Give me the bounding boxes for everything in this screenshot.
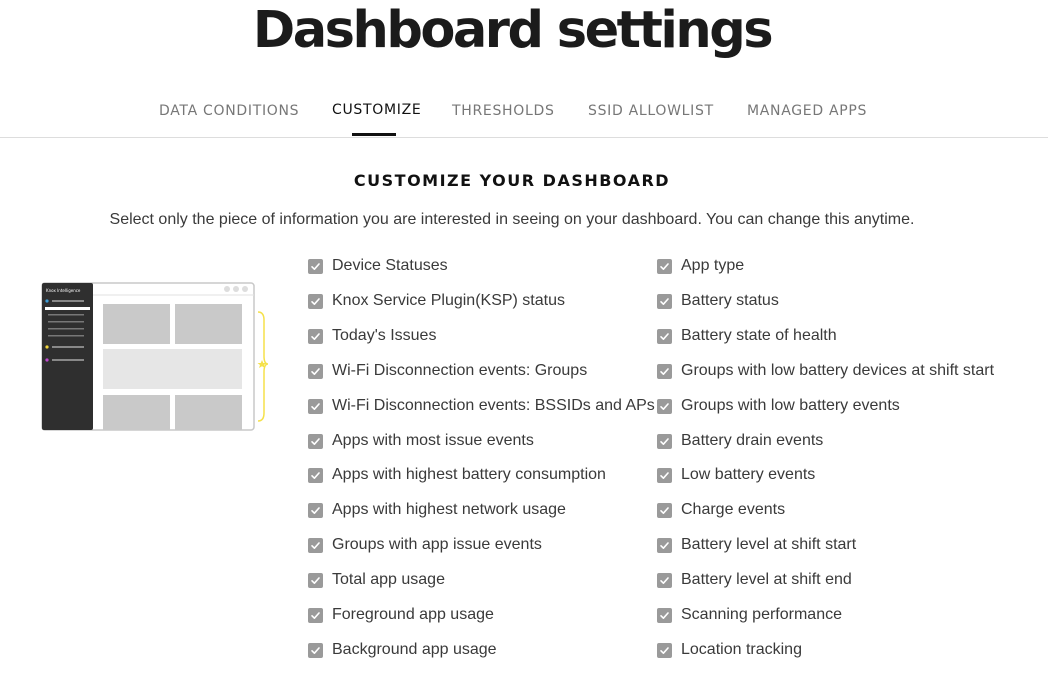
dashboard-option[interactable]: Wi-Fi Disconnection events: Groups xyxy=(308,361,587,381)
option-label: Apps with highest battery consumption xyxy=(332,466,606,483)
option-label: Groups with low battery devices at shift… xyxy=(681,362,995,379)
checkbox-checked-icon[interactable] xyxy=(308,398,323,414)
checkbox-checked-icon[interactable] xyxy=(308,572,323,588)
checkbox-checked-icon[interactable] xyxy=(308,293,323,309)
checkbox-checked-icon[interactable] xyxy=(657,258,672,274)
checkbox-checked-icon[interactable] xyxy=(308,537,323,553)
option-label: Scanning performance xyxy=(681,606,842,623)
checkbox-checked-icon[interactable] xyxy=(308,642,323,658)
dashboard-option[interactable]: Battery level at shift start xyxy=(657,535,856,555)
dashboard-option[interactable]: Apps with most issue events xyxy=(308,431,534,451)
option-label: Apps with highest network usage xyxy=(332,501,566,518)
dashboard-option[interactable]: Total app usage xyxy=(308,570,445,590)
checkbox-checked-icon[interactable] xyxy=(657,293,672,309)
option-label: Device Statuses xyxy=(332,257,448,274)
dashboard-option[interactable]: Charge events xyxy=(657,500,785,520)
option-label: Low battery events xyxy=(681,466,816,483)
illustration-app-label: Knox Intelligence xyxy=(46,288,81,293)
option-label: Groups with app issue events xyxy=(332,536,542,553)
dashboard-option[interactable]: Apps with highest network usage xyxy=(308,500,566,520)
checkbox-checked-icon[interactable] xyxy=(308,363,323,379)
dashboard-option[interactable]: Location tracking xyxy=(657,640,802,660)
checkbox-checked-icon[interactable] xyxy=(657,328,672,344)
option-label: Charge events xyxy=(681,501,786,518)
dashboard-option[interactable]: Groups with low battery events xyxy=(657,396,900,416)
option-label: Wi-Fi Disconnection events: BSSIDs and A… xyxy=(332,397,655,414)
checkbox-checked-icon[interactable] xyxy=(308,502,323,518)
checkbox-checked-icon[interactable] xyxy=(657,433,672,449)
option-label: Apps with most issue events xyxy=(332,432,534,449)
tab-data-conditions[interactable]: DATA CONDITIONS xyxy=(159,103,299,119)
dashboard-option[interactable]: Groups with app issue events xyxy=(308,535,542,555)
checkbox-checked-icon[interactable] xyxy=(657,642,672,658)
dashboard-option[interactable]: App type xyxy=(657,256,744,276)
option-label: Battery level at shift end xyxy=(681,571,852,588)
dashboard-option[interactable]: Low battery events xyxy=(657,465,815,485)
checkbox-checked-icon[interactable] xyxy=(657,467,672,483)
checkbox-checked-icon[interactable] xyxy=(308,433,323,449)
checkbox-checked-icon[interactable] xyxy=(308,258,323,274)
dashboard-option[interactable]: Battery level at shift end xyxy=(657,570,852,590)
option-label: Battery status xyxy=(681,292,779,309)
option-label: Battery level at shift start xyxy=(681,536,857,553)
section-subtitle: Select only the piece of information you… xyxy=(109,211,915,228)
page-title: Dashboard settings xyxy=(252,1,774,60)
option-label: Background app usage xyxy=(332,641,497,658)
option-label: Wi-Fi Disconnection events: Groups xyxy=(332,362,588,379)
dashboard-option[interactable]: Today's Issues xyxy=(308,326,436,346)
tab-customize[interactable]: CUSTOMIZE xyxy=(332,102,421,118)
option-label: Groups with low battery events xyxy=(681,397,900,414)
checkbox-checked-icon[interactable] xyxy=(308,328,323,344)
dashboard-option[interactable]: Device Statuses xyxy=(308,256,448,276)
section-title: CUSTOMIZE YOUR DASHBOARD xyxy=(353,171,671,190)
dashboard-option[interactable]: Battery status xyxy=(657,291,779,311)
dashboard-option[interactable]: Background app usage xyxy=(308,640,497,660)
tab-ssid-allowlist[interactable]: SSID ALLOWLIST xyxy=(588,103,714,119)
option-label: Battery drain events xyxy=(681,432,824,449)
checkbox-checked-icon[interactable] xyxy=(657,502,672,518)
dashboard-option[interactable]: Wi-Fi Disconnection events: BSSIDs and A… xyxy=(308,396,655,416)
active-tab-indicator xyxy=(352,133,396,136)
option-label: Battery state of health xyxy=(681,327,837,344)
tab-thresholds[interactable]: THRESHOLDS xyxy=(452,103,555,119)
dashboard-option[interactable]: Battery state of health xyxy=(657,326,837,346)
checkbox-checked-icon[interactable] xyxy=(308,607,323,623)
option-label: Total app usage xyxy=(332,571,445,588)
checkbox-checked-icon[interactable] xyxy=(657,537,672,553)
tab-bar: DATA CONDITIONS CUSTOMIZE THRESHOLDS SSI… xyxy=(0,92,1048,138)
checkbox-checked-icon[interactable] xyxy=(657,607,672,623)
option-label: Location tracking xyxy=(681,641,802,658)
tab-managed-apps[interactable]: MANAGED APPS xyxy=(747,103,867,119)
checkbox-checked-icon[interactable] xyxy=(657,572,672,588)
checkbox-checked-icon[interactable] xyxy=(657,398,672,414)
dashboard-option[interactable]: Scanning performance xyxy=(657,605,842,625)
dashboard-option[interactable]: Foreground app usage xyxy=(308,605,494,625)
dashboard-option[interactable]: Battery drain events xyxy=(657,431,823,451)
checkbox-checked-icon[interactable] xyxy=(308,467,323,483)
dashboard-option[interactable]: Apps with highest battery consumption xyxy=(308,465,606,485)
option-label: Foreground app usage xyxy=(332,606,494,623)
dashboard-option[interactable]: Knox Service Plugin(KSP) status xyxy=(308,291,565,311)
dashboard-preview-icon: Knox Intelligence xyxy=(40,280,270,435)
option-label: App type xyxy=(681,257,745,274)
option-label: Today's Issues xyxy=(332,327,437,344)
option-label: Knox Service Plugin(KSP) status xyxy=(332,292,565,309)
dashboard-option[interactable]: Groups with low battery devices at shift… xyxy=(657,361,994,381)
checkbox-checked-icon[interactable] xyxy=(657,363,672,379)
